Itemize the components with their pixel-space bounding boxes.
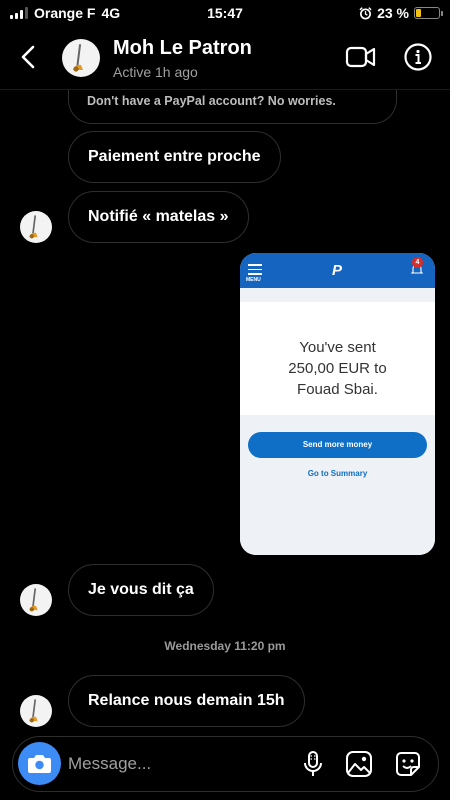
payment-confirmation: You've sent 250,00 EUR to Fouad Sbai. xyxy=(240,337,435,400)
sender-avatar[interactable] xyxy=(20,584,52,616)
paypal-header-strip xyxy=(240,288,435,302)
message-text: Don't have a PayPal account? No worries. xyxy=(87,94,336,108)
menu-label: MENU xyxy=(246,277,261,283)
camera-icon xyxy=(28,755,51,773)
confirmation-line: 250,00 EUR to xyxy=(288,360,387,377)
alarm-icon xyxy=(359,6,372,19)
sender-avatar[interactable] xyxy=(20,211,52,243)
paypal-logo: P xyxy=(332,262,343,279)
go-to-summary-link: Go to Summary xyxy=(307,469,368,478)
back-chevron-icon[interactable] xyxy=(14,42,44,72)
confirmation-line: You've sent xyxy=(299,339,376,356)
message-bubble[interactable]: Paiement entre proche xyxy=(68,131,281,183)
battery-icon xyxy=(414,7,443,19)
chat-header: Moh Le Patron Active 1h ago xyxy=(0,26,450,90)
message-bubble[interactable]: Relance nous demain 15h xyxy=(68,675,305,727)
message-composer xyxy=(12,736,439,792)
contact-avatar[interactable] xyxy=(62,39,100,77)
status-right: 23 % xyxy=(359,5,443,21)
message-input[interactable] xyxy=(68,751,288,777)
camera-button[interactable] xyxy=(18,742,61,785)
video-camera-icon[interactable] xyxy=(345,44,377,70)
contact-name[interactable]: Moh Le Patron xyxy=(113,37,252,60)
sender-avatar[interactable] xyxy=(20,695,52,727)
shared-image-paypal[interactable]: MENU P 4 You've sent 250,00 EUR to Fouad… xyxy=(240,253,435,555)
send-more-money-button: Send more money xyxy=(248,432,427,458)
status-bar: Orange F 4G 15:47 23 % xyxy=(0,0,450,26)
microphone-icon[interactable] xyxy=(298,749,328,779)
notification-badge: 4 xyxy=(412,257,423,268)
battery-percent: 23 % xyxy=(377,5,409,21)
contact-status: Active 1h ago xyxy=(113,64,198,80)
confirmation-line: Fouad Sbai. xyxy=(297,381,378,398)
message-bubble[interactable]: Notifié « matelas » xyxy=(68,191,249,243)
message-timestamp: Wednesday 11:20 pm xyxy=(164,639,286,653)
gallery-icon[interactable] xyxy=(344,749,374,779)
sticker-icon[interactable] xyxy=(393,749,423,779)
menu-icon xyxy=(248,264,262,278)
info-icon[interactable] xyxy=(403,42,433,72)
message-bubble[interactable]: Je vous dit ça xyxy=(68,564,214,616)
